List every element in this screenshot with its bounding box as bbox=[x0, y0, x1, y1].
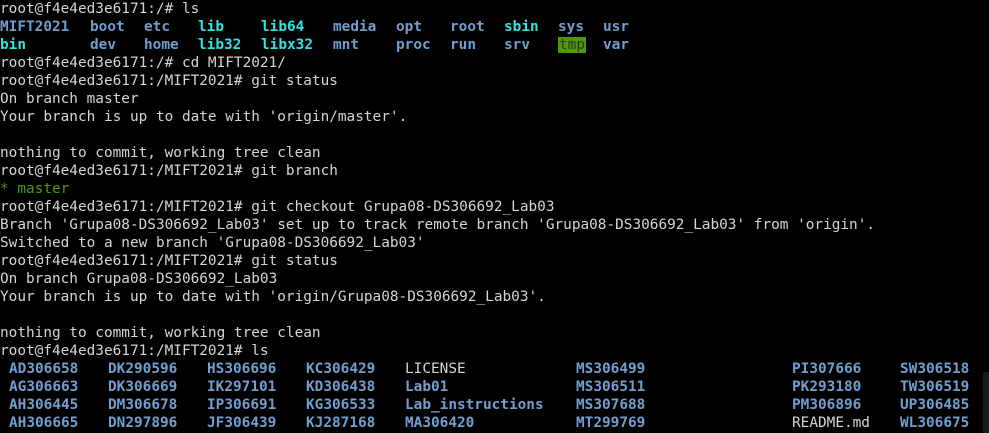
terminal-line: root@f4e4ed3e6171:/MIFT2021# git status bbox=[0, 73, 338, 89]
ls-entry: DK306669 bbox=[108, 379, 178, 395]
ls-entry: WL306675 bbox=[900, 415, 970, 431]
ls-entry: root bbox=[450, 19, 485, 35]
ls-entry: JF306439 bbox=[207, 415, 277, 431]
branch-list-line: * master bbox=[0, 180, 69, 198]
ls-entry: PM306896 bbox=[792, 397, 862, 413]
ls-entry: AH306445 bbox=[9, 397, 79, 413]
ls-entry: run bbox=[450, 37, 476, 53]
ls-entry: HS306696 bbox=[207, 361, 277, 377]
terminal-line: Branch 'Grupa08-DS306692_Lab03' set up t… bbox=[0, 217, 876, 233]
terminal-line: On branch master bbox=[0, 91, 139, 107]
ls-repo-row-3: AH306445 DM306678 IP306691 KG306533 Lab_… bbox=[0, 396, 989, 414]
terminal-line: Your branch is up to date with 'origin/m… bbox=[0, 109, 408, 125]
ls-entry: IP306691 bbox=[207, 397, 277, 413]
ls-entry: AH306665 bbox=[9, 415, 79, 431]
ls-entry: MT299769 bbox=[576, 415, 646, 431]
terminal-line: root@f4e4ed3e6171:/MIFT2021# git checkou… bbox=[0, 199, 555, 215]
terminal-line: root@f4e4ed3e6171:/# cd MIFT2021/ bbox=[0, 55, 286, 71]
terminal-line: nothing to commit, working tree clean bbox=[0, 325, 321, 341]
ls-entry: PK293180 bbox=[792, 379, 862, 395]
ls-entry: KG306533 bbox=[306, 397, 376, 413]
ls-entry: sys bbox=[558, 19, 584, 35]
ls-entry: dev bbox=[90, 37, 116, 53]
ls-entry: AD306658 bbox=[9, 361, 79, 377]
ls-entry: proc bbox=[396, 37, 431, 53]
terminal-line: root@f4e4ed3e6171:/MIFT2021# ls bbox=[0, 343, 269, 359]
ls-entry: home bbox=[144, 37, 179, 53]
ls-entry: boot bbox=[90, 19, 125, 35]
ls-entry: DN297896 bbox=[108, 415, 178, 431]
ls-root-row-1: MIFT2021 boot etc lib lib64 media opt ro… bbox=[0, 18, 989, 36]
ls-entry: AG306663 bbox=[9, 379, 79, 395]
terminal-line: root@f4e4ed3e6171:/MIFT2021# git branch bbox=[0, 163, 338, 179]
ls-entry: KD306438 bbox=[306, 379, 376, 395]
ls-entry: IK297101 bbox=[207, 379, 277, 395]
ls-repo-row-1: AD306658 DK290596 HS306696 KC306429 LICE… bbox=[0, 360, 989, 378]
ls-entry: MS306499 bbox=[576, 361, 646, 377]
ls-entry: UP306485 bbox=[900, 397, 970, 413]
terminal-line: Your branch is up to date with 'origin/G… bbox=[0, 289, 546, 305]
ls-entry: PI307666 bbox=[792, 361, 862, 377]
ls-entry: var bbox=[603, 37, 629, 53]
ls-entry: MA306420 bbox=[405, 415, 475, 431]
ls-entry: libx32 bbox=[261, 37, 313, 53]
terminal-line: On branch Grupa08-DS306692_Lab03 bbox=[0, 271, 278, 287]
ls-entry: KC306429 bbox=[306, 361, 376, 377]
ls-entry: mnt bbox=[333, 37, 359, 53]
terminal-line: nothing to commit, working tree clean bbox=[0, 145, 321, 161]
ls-entry: lib32 bbox=[198, 37, 242, 53]
ls-entry: README.md bbox=[792, 415, 870, 431]
ls-root-row-2: bin dev home lib32 libx32 mnt proc run s… bbox=[0, 36, 989, 54]
ls-entry: srv bbox=[504, 37, 530, 53]
tmp-entry: tmp bbox=[558, 37, 586, 53]
ls-entry: lib bbox=[198, 19, 224, 35]
ls-entry: LICENSE bbox=[405, 361, 466, 377]
current-branch: * master bbox=[0, 181, 70, 197]
ls-entry: KJ287168 bbox=[306, 415, 376, 431]
ls-entry: DM306678 bbox=[108, 397, 178, 413]
scrollbar[interactable] bbox=[983, 372, 989, 433]
ls-entry: TW306519 bbox=[900, 379, 970, 395]
ls-entry: MS306511 bbox=[576, 379, 646, 395]
ls-entry: Lab01 bbox=[405, 379, 449, 395]
ls-entry: etc bbox=[144, 19, 170, 35]
ls-entry: bin bbox=[0, 37, 26, 53]
terminal-line: root@f4e4ed3e6171:/MIFT2021# git status bbox=[0, 253, 338, 269]
terminal-window[interactable]: root@f4e4ed3e6171:/# ls MIFT2021 boot et… bbox=[0, 0, 989, 433]
command-line: root@f4e4ed3e6171:/# ls bbox=[0, 1, 200, 17]
ls-entry: usr bbox=[603, 19, 629, 35]
ls-entry: sbin bbox=[504, 19, 539, 35]
ls-entry: opt bbox=[396, 19, 422, 35]
ls-entry: Lab_instructions bbox=[405, 397, 544, 413]
ls-entry: MIFT2021 bbox=[0, 19, 70, 35]
terminal-line: Switched to a new branch 'Grupa08-DS3066… bbox=[0, 235, 425, 251]
ls-entry: SW306518 bbox=[900, 361, 970, 377]
ls-repo-row-2: AG306663 DK306669 IK297101 KD306438 Lab0… bbox=[0, 378, 989, 396]
ls-entry: DK290596 bbox=[108, 361, 178, 377]
ls-entry: lib64 bbox=[261, 19, 305, 35]
ls-entry: media bbox=[333, 19, 377, 35]
terminal-line: root@f4e4ed3e6171:/# ls bbox=[0, 0, 199, 18]
ls-entry: MS307688 bbox=[576, 397, 646, 413]
ls-repo-row-4: AH306665 DN297896 JF306439 KJ287168 MA30… bbox=[0, 414, 989, 432]
